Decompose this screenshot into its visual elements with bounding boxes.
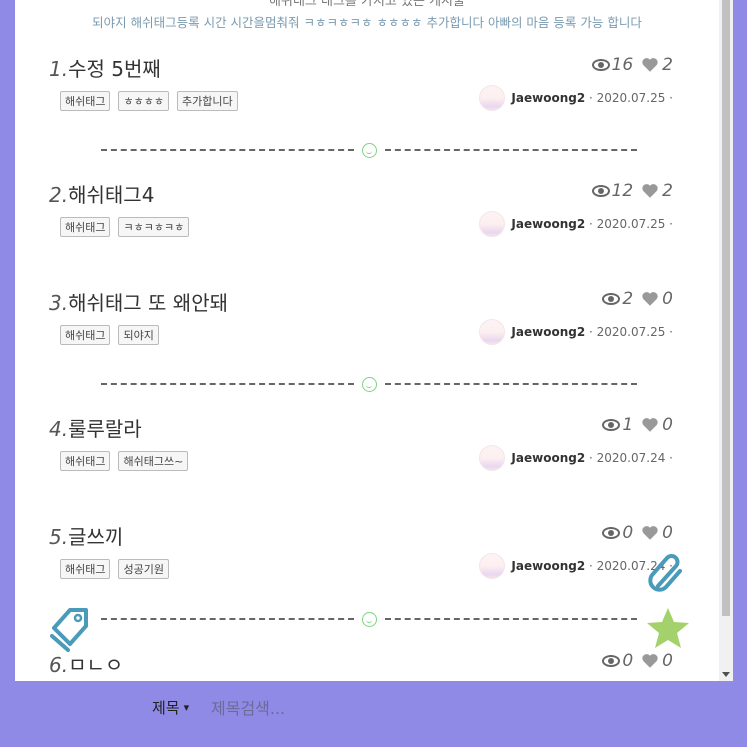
- hashtag[interactable]: ㅋㅎㅋㅎㅋㅎ: [118, 217, 190, 237]
- hashtag[interactable]: 해쉬태그쓰~: [118, 451, 189, 471]
- heart-icon: [642, 292, 658, 306]
- list-item[interactable]: 3.해쉬태그 또 왜안돼 2 0 해쉬태그 되야지 Jaewoong2 · 20…: [15, 287, 719, 387]
- view-count: 12: [611, 181, 634, 201]
- eye-icon: [591, 59, 610, 71]
- tag-icon[interactable]: [48, 604, 92, 652]
- author-name[interactable]: Jaewoong2: [511, 559, 585, 573]
- like-count: 0: [662, 651, 673, 671]
- author-name[interactable]: Jaewoong2: [511, 325, 585, 339]
- list-item[interactable]: 1.수정 5번째 16 2 해쉬태그 ㅎㅎㅎㅎ 추가합니다 Jaewoong2 …: [15, 53, 719, 153]
- eye-icon: [591, 185, 610, 197]
- list-item[interactable]: 2.해쉬태그4 12 2 해쉬태그 ㅋㅎㅋㅎㅋㅎ Jaewoong2 · 202…: [15, 179, 719, 279]
- search-bar: 제목 ▾: [15, 681, 733, 747]
- heart-icon: [642, 654, 658, 668]
- hashtag[interactable]: 해쉬태그: [60, 217, 111, 237]
- author-name[interactable]: Jaewoong2: [511, 91, 585, 105]
- post-list-panel: 해쉬태그 태그를 가지고 있는 게시물 되야지 해쉬태그등록 시간 시간을멈춰줘…: [15, 0, 733, 681]
- eye-icon: [602, 419, 621, 431]
- author-info: Jaewoong2 · 2020.07.25 ·: [479, 319, 673, 345]
- post-stats: 12 2: [591, 181, 673, 201]
- list-item[interactable]: 5.글쓰끼 0 0 해쉬태그 성공기원 Jaewoong2 · 2020.07.…: [15, 521, 719, 621]
- heart-icon: [642, 526, 658, 540]
- author-info: Jaewoong2 · 2020.07.25 ·: [479, 85, 673, 111]
- post-stats: 2 0: [602, 289, 673, 309]
- list-item[interactable]: 6.ㅁㄴㅇ 0 0: [15, 649, 719, 681]
- search-input[interactable]: [211, 693, 471, 723]
- chevron-down-icon: ▾: [183, 701, 190, 714]
- avatar: [479, 85, 506, 111]
- view-count: 0: [622, 523, 634, 543]
- tag-list: 해쉬태그 성공기원: [60, 559, 169, 579]
- star-icon[interactable]: [644, 604, 692, 652]
- tag-list: 해쉬태그 ㅋㅎㅋㅎㅋㅎ: [60, 217, 190, 237]
- author-info: Jaewoong2 · 2020.07.24 ·: [479, 553, 673, 579]
- eye-icon: [602, 527, 621, 539]
- post-title[interactable]: 3.해쉬태그 또 왜안돼: [49, 287, 228, 316]
- view-count: 2: [622, 289, 634, 309]
- view-count: 16: [611, 55, 634, 75]
- post-title[interactable]: 5.글쓰끼: [49, 521, 123, 550]
- scrollbar[interactable]: [719, 0, 733, 681]
- author-info: Jaewoong2 · 2020.07.25 ·: [479, 211, 673, 237]
- post-date: 2020.07.24: [596, 451, 666, 465]
- heart-icon: [642, 184, 658, 198]
- scroll-thumb[interactable]: [722, 0, 730, 616]
- post-date: 2020.07.25: [596, 325, 666, 339]
- post-date: 2020.07.25: [596, 91, 666, 105]
- avatar: [479, 319, 506, 345]
- heart-icon: [642, 58, 658, 72]
- scroll-down-arrow[interactable]: [722, 672, 730, 677]
- divider: [101, 142, 637, 158]
- avatar: [479, 211, 506, 237]
- like-count: 2: [662, 181, 673, 201]
- hashtag[interactable]: 성공기원: [118, 559, 169, 579]
- hashtag[interactable]: 해쉬태그: [60, 91, 111, 111]
- tag-list: 해쉬태그 되야지: [60, 325, 159, 345]
- view-count: 1: [622, 415, 634, 435]
- avatar: [479, 445, 506, 471]
- divider: [101, 376, 637, 392]
- smile-icon: [361, 142, 377, 158]
- page-title: 해쉬태그 태그를 가지고 있는 게시물: [269, 0, 465, 9]
- post-date: 2020.07.25: [596, 217, 666, 231]
- hashtag[interactable]: 해쉬태그: [60, 325, 111, 345]
- author-name[interactable]: Jaewoong2: [511, 217, 585, 231]
- like-count: 0: [662, 289, 673, 309]
- author-name[interactable]: Jaewoong2: [511, 451, 585, 465]
- hashtag[interactable]: ㅎㅎㅎㅎ: [118, 91, 169, 111]
- smile-icon: [361, 611, 377, 627]
- heart-icon: [642, 418, 658, 432]
- post-stats: 1 0: [602, 415, 673, 435]
- hashtag[interactable]: 해쉬태그: [60, 559, 111, 579]
- view-count: 0: [622, 651, 634, 671]
- list-item[interactable]: 4.룰루랄라 1 0 해쉬태그 해쉬태그쓰~ Jaewoong2 · 2020.…: [15, 413, 719, 513]
- like-count: 2: [662, 55, 673, 75]
- hashtag[interactable]: 해쉬태그: [60, 451, 111, 471]
- divider: [101, 611, 637, 627]
- hashtag[interactable]: 추가합니다: [176, 91, 238, 111]
- like-count: 0: [662, 523, 673, 543]
- hashtag[interactable]: 되야지: [118, 325, 159, 345]
- tag-list: 해쉬태그 해쉬태그쓰~: [60, 451, 189, 471]
- post-title[interactable]: 2.해쉬태그4: [49, 179, 154, 208]
- post-stats: 16 2: [591, 55, 673, 75]
- like-count: 0: [662, 415, 673, 435]
- eye-icon: [602, 293, 621, 305]
- eye-icon: [602, 655, 621, 667]
- post-title[interactable]: 1.수정 5번째: [49, 53, 161, 82]
- smile-icon: [361, 376, 377, 392]
- post-title[interactable]: 6.ㅁㄴㅇ: [49, 649, 123, 678]
- paperclip-icon[interactable]: [646, 550, 688, 594]
- author-info: Jaewoong2 · 2020.07.24 ·: [479, 445, 673, 471]
- post-stats: 0 0: [602, 523, 673, 543]
- avatar: [479, 553, 506, 579]
- post-stats: 0 0: [602, 651, 673, 671]
- tag-description: 되야지 해쉬태그등록 시간 시간을멈춰줘 ㅋㅎㅋㅎㅋㅎ ㅎㅎㅎㅎ 추가합니다 아…: [92, 15, 642, 30]
- search-type-select[interactable]: 제목 ▾: [152, 697, 189, 718]
- tag-list: 해쉬태그 ㅎㅎㅎㅎ 추가합니다: [60, 91, 238, 111]
- post-title[interactable]: 4.룰루랄라: [49, 413, 142, 442]
